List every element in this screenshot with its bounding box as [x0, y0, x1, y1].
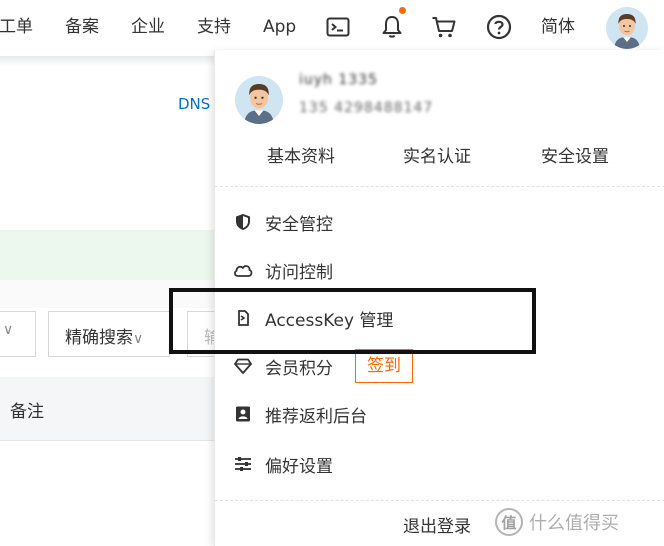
account-name: iuyh 1335 — [299, 72, 378, 88]
account-id: 135 4298488147 — [299, 100, 434, 116]
cart-icon[interactable] — [429, 12, 459, 42]
watermark-text: 什么值得买 — [529, 513, 619, 534]
highlight-annotation-box — [169, 288, 536, 354]
notification-dot — [399, 7, 406, 14]
shield-icon — [233, 212, 253, 232]
nav-item-filing[interactable]: 备案 — [65, 14, 99, 40]
nav-item-app[interactable]: App — [263, 14, 296, 40]
top-navigation-bar: 工单 备案 企业 支持 App 简体 — [0, 0, 664, 56]
nav-shadow — [0, 56, 214, 66]
profile-avatar — [235, 76, 283, 124]
logout-link[interactable]: 退出登录 — [403, 512, 471, 537]
nav-item-tickets[interactable]: 工单 — [0, 14, 33, 40]
chevron-down-icon: ∨ — [133, 331, 144, 347]
column-header-remark: 备注 — [10, 402, 44, 422]
quick-links: 基本资料 实名认证 安全设置 — [215, 142, 664, 172]
cloud-icon — [233, 260, 253, 280]
menu-label: 访问控制 — [265, 263, 333, 283]
check-in-button[interactable]: 签到 — [355, 349, 413, 383]
dns-link[interactable]: DNS — [178, 95, 210, 113]
menu-item-referral-backend[interactable]: 推荐返利后台 — [215, 394, 664, 434]
nav-item-support[interactable]: 支持 — [197, 14, 231, 40]
nav-item-enterprise[interactable]: 企业 — [131, 14, 165, 40]
divider — [215, 186, 664, 187]
diamond-icon — [233, 356, 253, 376]
quick-link-verification[interactable]: 实名认证 — [403, 142, 471, 167]
menu-item-preferences[interactable]: 偏好设置 — [215, 444, 664, 484]
menu-item-access-control[interactable]: 访问控制 — [215, 250, 664, 290]
menu-label: 推荐返利后台 — [265, 407, 367, 427]
watermark: 值 什么值得买 — [495, 503, 661, 541]
menu-label: 安全管控 — [265, 215, 333, 235]
help-icon[interactable] — [484, 12, 514, 42]
quick-link-basic-info[interactable]: 基本资料 — [267, 142, 335, 167]
chevron-down-icon: ∨ — [3, 322, 14, 338]
info-banner — [0, 230, 214, 280]
bell-icon[interactable] — [377, 12, 407, 42]
search-mode-select[interactable]: 精确搜索∨ — [48, 311, 170, 357]
terminal-icon[interactable] — [323, 12, 353, 42]
language-switch[interactable]: 简体 — [541, 14, 575, 40]
watermark-logo-icon: 值 — [495, 508, 523, 536]
table-header: 备注 — [0, 377, 214, 441]
referral-icon — [233, 404, 253, 424]
filter-select[interactable]: ∨ — [0, 311, 36, 357]
menu-label: 会员积分 — [265, 359, 333, 379]
quick-link-security-settings[interactable]: 安全设置 — [541, 142, 609, 167]
search-mode-label: 精确搜索 — [65, 328, 133, 348]
user-avatar[interactable] — [606, 7, 648, 49]
sliders-icon — [233, 454, 253, 474]
divider — [215, 500, 664, 501]
menu-item-security-control[interactable]: 安全管控 — [215, 202, 664, 242]
menu-label: 偏好设置 — [265, 457, 333, 477]
